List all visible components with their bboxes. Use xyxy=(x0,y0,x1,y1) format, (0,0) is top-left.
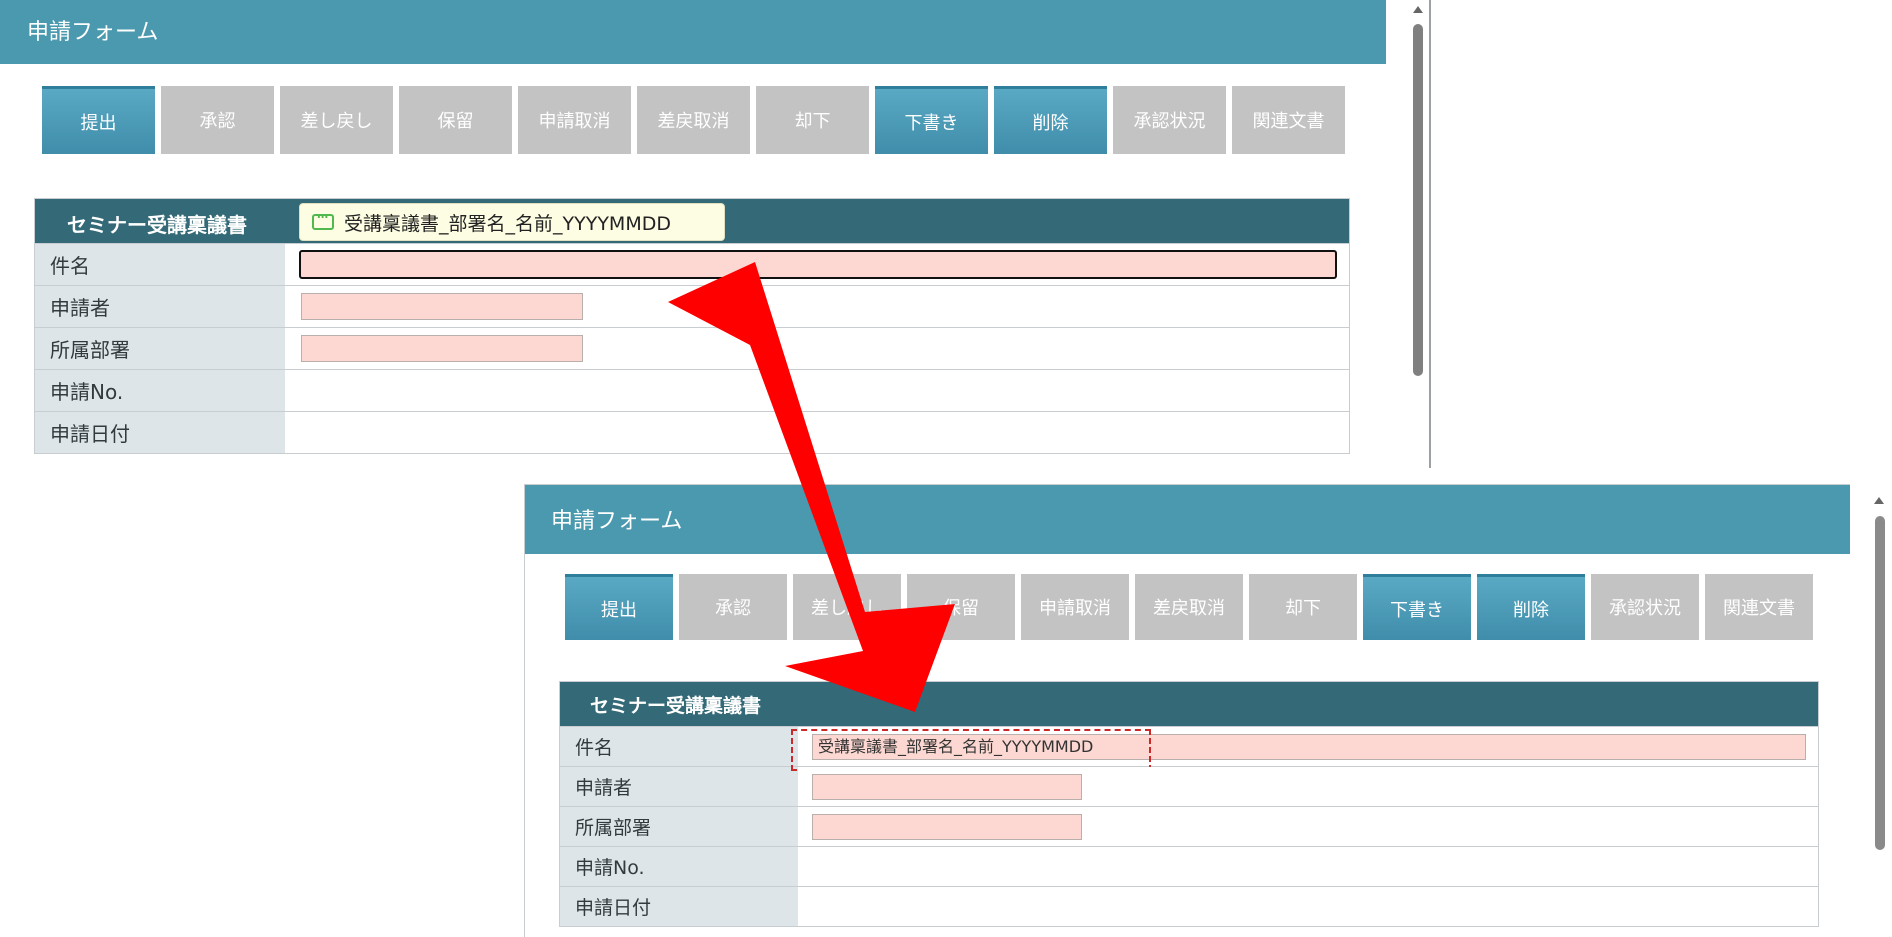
form-header-title: 申請フォーム xyxy=(27,20,159,45)
form-row-request-date: 申請日付 xyxy=(560,886,1818,926)
form-section-title: セミナー受講稟議書 xyxy=(590,695,762,717)
form-row-applicant: 申請者 xyxy=(35,285,1349,327)
form-row-subject: 件名 xyxy=(35,243,1349,285)
applicant-input[interactable] xyxy=(812,774,1082,800)
form-window-after: 申請フォーム 提出 承認 差し戻し 保留 申請取消 差戻取消 却下 下書き 削除… xyxy=(524,484,1850,937)
row-label: 所属部署 xyxy=(35,328,285,369)
department-input[interactable] xyxy=(301,335,583,362)
request-no-value xyxy=(285,370,1349,411)
department-input[interactable] xyxy=(812,814,1082,840)
row-label: 申請日付 xyxy=(560,887,798,926)
draft-button[interactable]: 下書き xyxy=(1363,574,1471,640)
form-header: 申請フォーム xyxy=(0,0,1386,64)
cancel-send-back-button[interactable]: 差戻取消 xyxy=(1135,574,1243,640)
action-toolbar: 提出 承認 差し戻し 保留 申請取消 差戻取消 却下 下書き 削除 承認状況 関… xyxy=(42,86,1345,154)
submit-button[interactable]: 提出 xyxy=(565,574,673,640)
cancel-request-button[interactable]: 申請取消 xyxy=(518,86,631,154)
delete-button[interactable]: 削除 xyxy=(994,86,1107,154)
form-section-title: セミナー受講稟議書 xyxy=(67,213,247,237)
send-back-button[interactable]: 差し戻し xyxy=(280,86,393,154)
window-edge xyxy=(1429,0,1431,468)
row-label: 件名 xyxy=(35,244,285,285)
subject-hint-tooltip: 受講稟議書_部署名_名前_YYYYMMDD xyxy=(299,203,725,241)
row-label: 申請日付 xyxy=(35,412,285,453)
delete-button[interactable]: 削除 xyxy=(1477,574,1585,640)
form-row-request-no: 申請No. xyxy=(560,846,1818,886)
request-date-value xyxy=(285,412,1349,453)
cancel-send-back-button[interactable]: 差戻取消 xyxy=(637,86,750,154)
hold-button[interactable]: 保留 xyxy=(907,574,1015,640)
form-row-department: 所属部署 xyxy=(35,327,1349,369)
row-label: 件名 xyxy=(560,727,798,766)
row-label: 申請No. xyxy=(560,847,798,886)
cancel-request-button[interactable]: 申請取消 xyxy=(1021,574,1129,640)
row-label: 申請者 xyxy=(560,767,798,806)
form-window-before: 申請フォーム 提出 承認 差し戻し 保留 申請取消 差戻取消 却下 下書き 削除… xyxy=(0,0,1386,468)
form-section-header: セミナー受講稟議書 受講稟議書_部署名_名前_YYYYMMDD xyxy=(35,199,1349,243)
scroll-up-arrow[interactable] xyxy=(1413,6,1423,13)
action-toolbar: 提出 承認 差し戻し 保留 申請取消 差戻取消 却下 下書き 削除 承認状況 関… xyxy=(565,574,1813,640)
draft-button[interactable]: 下書き xyxy=(875,86,988,154)
scroll-up-arrow[interactable] xyxy=(1874,497,1884,504)
approve-button[interactable]: 承認 xyxy=(679,574,787,640)
application-form: セミナー受講稟議書 受講稟議書_部署名_名前_YYYYMMDD 件名 申請者 所… xyxy=(34,198,1350,454)
row-label: 申請者 xyxy=(35,286,285,327)
tooltip-text: 受講稟議書_部署名_名前_YYYYMMDD xyxy=(344,212,671,235)
form-row-request-date: 申請日付 xyxy=(35,411,1349,453)
applicant-input[interactable] xyxy=(301,293,583,320)
form-row-subject: 件名 受講稟議書_部署名_名前_YYYYMMDD xyxy=(560,726,1818,771)
row-label: 所属部署 xyxy=(560,807,798,846)
related-documents-button[interactable]: 関連文書 xyxy=(1705,574,1813,640)
subject-input[interactable] xyxy=(299,250,1337,279)
submit-button[interactable]: 提出 xyxy=(42,86,155,154)
reject-button[interactable]: 却下 xyxy=(1249,574,1357,640)
request-date-value xyxy=(798,887,1818,926)
hold-button[interactable]: 保留 xyxy=(399,86,512,154)
related-documents-button[interactable]: 関連文書 xyxy=(1232,86,1345,154)
row-label: 申請No. xyxy=(35,370,285,411)
approval-status-button[interactable]: 承認状況 xyxy=(1591,574,1699,640)
form-row-applicant: 申請者 xyxy=(560,766,1818,806)
scrollbar-thumb[interactable] xyxy=(1875,516,1885,850)
send-back-button[interactable]: 差し戻し xyxy=(793,574,901,640)
form-header-title: 申請フォーム xyxy=(551,509,683,534)
request-no-value xyxy=(798,847,1818,886)
form-row-department: 所属部署 xyxy=(560,806,1818,846)
reject-button[interactable]: 却下 xyxy=(756,86,869,154)
form-section-header: セミナー受講稟議書 xyxy=(560,682,1818,726)
scrollbar-thumb[interactable] xyxy=(1413,24,1423,376)
form-row-request-no: 申請No. xyxy=(35,369,1349,411)
approval-status-button[interactable]: 承認状況 xyxy=(1113,86,1226,154)
chat-bubble-icon xyxy=(312,207,334,230)
application-form: セミナー受講稟議書 件名 受講稟議書_部署名_名前_YYYYMMDD 申請者 所… xyxy=(559,681,1819,927)
form-header: 申請フォーム xyxy=(525,485,1850,554)
approve-button[interactable]: 承認 xyxy=(161,86,274,154)
highlight-box xyxy=(791,729,1151,771)
